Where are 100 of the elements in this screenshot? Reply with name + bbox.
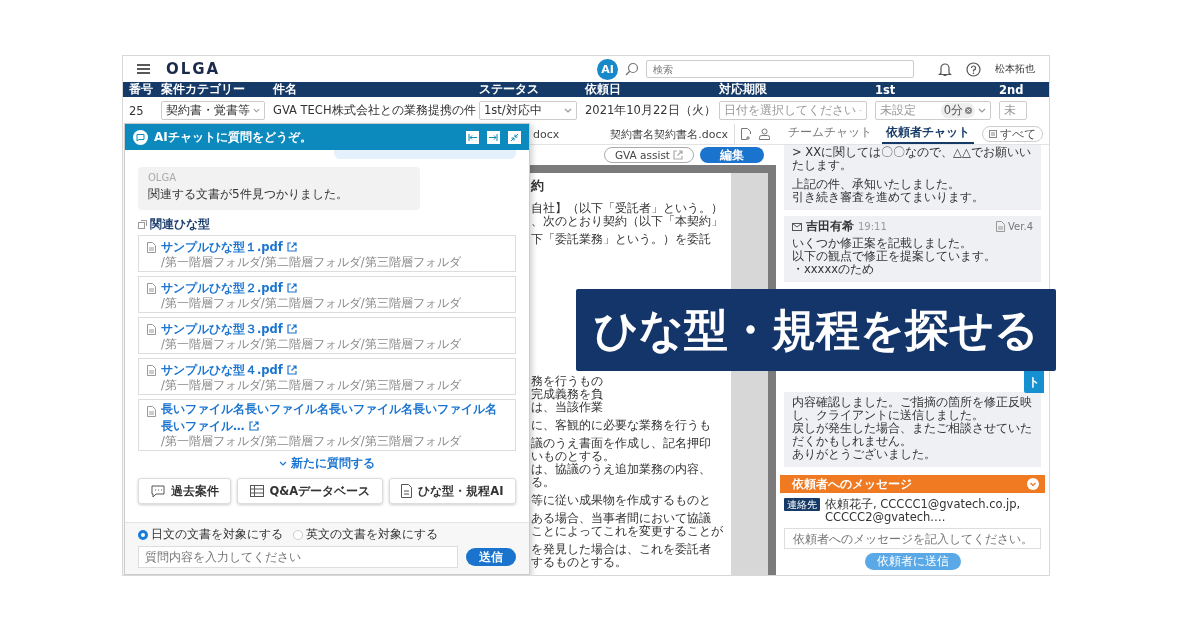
file-icon: [147, 324, 156, 335]
side-tab[interactable]: ト: [1024, 370, 1044, 393]
user-name[interactable]: 松本拓也: [995, 62, 1035, 76]
send-button[interactable]: 送信: [466, 548, 516, 566]
file-link[interactable]: 長いファイル名長いファイル名長いファイル名長いファイル名長いファイル…: [161, 402, 507, 434]
file-card[interactable]: サンプルひな型３.pdf /第一階層フォルダ/第二階層フォルダ/第三階層フォルダ: [138, 317, 516, 354]
search-field[interactable]: 検索: [646, 60, 914, 78]
panel-title: AIチャットに質問をどうぞ。: [154, 128, 313, 146]
file-icon: [147, 242, 156, 253]
file-card[interactable]: サンプルひな型４.pdf /第一階層フォルダ/第二階層フォルダ/第三階層フォルダ: [138, 358, 516, 395]
column-header: 1st: [874, 82, 897, 97]
file-link[interactable]: サンプルひな型１.pdf: [161, 238, 461, 255]
time-badge: 0分: [940, 103, 975, 118]
document-text: ことによってこれを変更することが: [531, 525, 723, 538]
tool-button[interactable]: Q&Aデータベース: [237, 478, 383, 504]
message-text: 以下の観点で修正を提案しています。: [792, 250, 997, 263]
mail-icon: [792, 222, 802, 231]
language-radio[interactable]: 日文の文書を対象にする: [138, 527, 283, 542]
file-icon: [147, 283, 156, 294]
file-link[interactable]: サンプルひな型４.pdf: [161, 361, 461, 378]
file-icon: [147, 365, 156, 376]
language-radio[interactable]: 英文の文書を対象にする: [293, 527, 438, 542]
ai-badge[interactable]: AI: [597, 58, 618, 80]
add-file-icon[interactable]: [741, 128, 751, 140]
minimize-icon: [510, 132, 519, 142]
composer-header[interactable]: 依頼者へのメッセージ: [780, 475, 1045, 493]
chat-icon: [150, 484, 165, 498]
document-text: 務を行うもの: [531, 375, 603, 388]
minimize-button[interactable]: [508, 130, 521, 144]
file-card[interactable]: 長いファイル名長いファイル名長いファイル名長いファイル名長いファイル… /第一階層フォルダ/第二階層フォルダ/第三階層フォルダ: [138, 399, 516, 451]
document-tab[interactable]: docx: [529, 127, 564, 141]
document-text: いものとする。: [531, 450, 615, 463]
chat-tab[interactable]: チームチャット: [784, 125, 876, 144]
document-text: ある場合、当事者間において協議: [531, 512, 711, 525]
contact-tag: 連絡先: [784, 498, 820, 511]
file-path: /第一階層フォルダ/第二階層フォルダ/第三階層フォルダ: [161, 255, 461, 269]
logo: OLGA: [166, 60, 221, 78]
document-text: 自社】（以下「受託者」という。）: [531, 202, 723, 215]
document-text: 完成義務を負: [531, 388, 603, 401]
bell-icon[interactable]: [938, 61, 952, 77]
document-text: 、次のとおり契約（以下「本契約」: [531, 215, 723, 228]
file-link[interactable]: サンプルひな型３.pdf: [161, 320, 461, 337]
file-card[interactable]: サンプルひな型１.pdf /第一階層フォルダ/第二階層フォルダ/第三階層フォルダ: [138, 235, 516, 272]
assist-button[interactable]: GVA assist: [603, 147, 694, 163]
edit-button[interactable]: 編集: [700, 147, 764, 163]
dock-left-button[interactable]: [466, 130, 479, 144]
chevron-icon[interactable]: [1027, 478, 1039, 490]
select-field[interactable]: 未: [999, 101, 1027, 120]
menu-icon[interactable]: [137, 64, 150, 74]
file-card[interactable]: サンプルひな型２.pdf /第一階層フォルダ/第二階層フォルダ/第三階層フォルダ: [138, 276, 516, 313]
document-title: 約: [531, 178, 545, 194]
column-header: 番号: [128, 82, 154, 97]
document-text: 下「委託業務」という。）を委託: [531, 233, 711, 246]
select-field[interactable]: 日付を選択してください: [719, 101, 867, 120]
message-text: 上記の件、承知いたしました。: [792, 178, 961, 191]
search-icon[interactable]: [624, 61, 640, 77]
table-cell: 2021年10月22日（火）: [585, 103, 716, 117]
select-field[interactable]: 契約書・覚書等: [161, 101, 265, 120]
new-question-link[interactable]: 新たに質問する: [279, 456, 375, 471]
person-icon[interactable]: [759, 128, 770, 140]
document-icon: [401, 484, 413, 498]
select-field[interactable]: 未設定 0分: [875, 101, 991, 120]
document-text: は、当該作業: [531, 401, 603, 414]
column-header: 対応期限: [718, 82, 768, 97]
dock-right-icon: [489, 133, 498, 141]
document-tab[interactable]: 契約書名契約書名.docx: [606, 126, 732, 142]
sender-name: OLGA: [148, 172, 178, 183]
file-path: /第一階層フォルダ/第二階層フォルダ/第三階層フォルダ: [161, 296, 461, 310]
tool-button[interactable]: 過去案件: [138, 478, 232, 504]
tool-button[interactable]: ひな型・規程AI: [388, 478, 516, 504]
document-text: 議のうえ書面を作成し、記名押印: [531, 437, 711, 450]
table-cell: GVA TECH株式会社との業務提携の件: [273, 103, 476, 117]
select-field[interactable]: 1st/対応中: [479, 101, 577, 120]
document-text: を発見した場合は、これを委託者: [531, 543, 711, 556]
version-label[interactable]: Ver.4: [996, 220, 1033, 233]
message-text: 内容確認しました。ご指摘の箇所を修正反映し、クライアントに送信しました。: [792, 396, 1033, 422]
send-button[interactable]: 依頼者に送信: [864, 553, 961, 570]
help-icon[interactable]: [966, 61, 981, 77]
message-text: 戻しが発生した場合、またご相談させていただくかもしれません。: [792, 422, 1033, 448]
dock-right-button[interactable]: [487, 130, 500, 144]
message-text: ・xxxxxのため: [792, 263, 876, 276]
link-icon: [138, 220, 147, 229]
message-text: ありがとうございました。: [792, 448, 937, 461]
document-text: 等に従い成果物を作成するものと: [531, 494, 711, 507]
column-header: ステータス: [478, 82, 540, 97]
column-header: 依頼日: [584, 82, 622, 97]
external-link-icon: [248, 421, 259, 431]
file-icon: [996, 221, 1006, 232]
filter-button[interactable]: すべて: [982, 126, 1043, 142]
external-link-icon: [286, 283, 297, 293]
external-link-icon: [286, 324, 297, 334]
message-field[interactable]: 依頼者へのメッセージを記入してください。: [784, 528, 1041, 549]
chat-icon: [133, 129, 148, 145]
section-label: 関連ひな型: [150, 217, 210, 232]
question-field[interactable]: 質問内容を入力してください: [138, 546, 458, 568]
file-path: /第一階層フォルダ/第二階層フォルダ/第三階層フォルダ: [161, 434, 462, 448]
external-link-icon: [286, 242, 297, 252]
file-link[interactable]: サンプルひな型２.pdf: [161, 279, 461, 296]
table-cell: 25: [129, 103, 144, 118]
sender-name: 吉田有希: [806, 220, 854, 233]
